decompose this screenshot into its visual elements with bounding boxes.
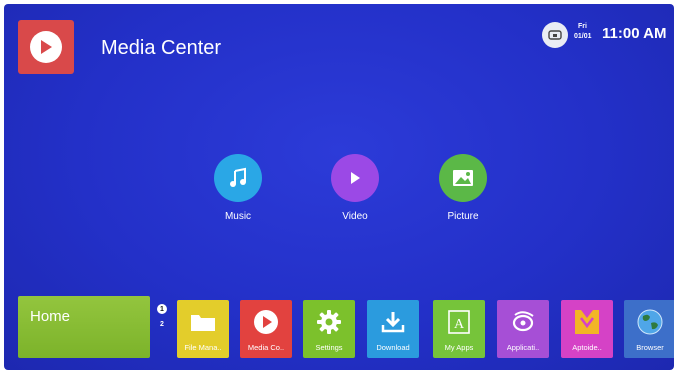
file-manager-label: File Mana.. <box>184 343 222 352</box>
picture-label: Picture <box>447 211 479 222</box>
music-label: Music <box>224 211 252 222</box>
home-tile[interactable]: Home <box>18 296 150 358</box>
my-apps-tile[interactable]: A My Apps <box>433 300 485 358</box>
browser-tile[interactable]: Browser <box>624 300 674 358</box>
play-icon <box>331 154 379 202</box>
aptoide-icon <box>573 308 601 336</box>
browser-label: Browser <box>636 343 664 352</box>
picture-icon <box>439 154 487 202</box>
status-day: Fri <box>578 23 587 30</box>
play-icon <box>30 31 62 63</box>
page-badge-1: 1 <box>157 304 167 314</box>
page-badge-2: 2 <box>160 320 164 328</box>
video-label: Video <box>342 211 368 222</box>
media-center-app-icon <box>18 20 74 74</box>
media-center-label: Media Co.. <box>247 343 285 352</box>
home-label: Home <box>30 308 71 325</box>
picture-button[interactable]: Picture <box>423 154 503 222</box>
gear-icon <box>316 308 342 336</box>
music-button[interactable]: Music <box>198 154 278 222</box>
status-time: 11:00 AM <box>602 25 667 42</box>
video-button[interactable]: Video <box>315 154 395 222</box>
aptoide-tile[interactable]: Aptoide.. <box>561 300 613 358</box>
apps-icon: A <box>447 308 471 336</box>
applications-tile[interactable]: Applicati.. <box>497 300 549 358</box>
folder-icon <box>189 308 217 336</box>
applications-label: Applicati.. <box>506 343 540 352</box>
svg-text:A: A <box>454 317 465 332</box>
download-tile[interactable]: Download <box>367 300 419 358</box>
tv-screen: Media Center Fri 01/01 11:00 AM Music Vi… <box>4 4 674 370</box>
aptoide-label: Aptoide.. <box>572 343 602 352</box>
status-date: 01/01 <box>574 33 592 40</box>
download-label: Download <box>376 343 410 352</box>
download-icon <box>380 308 406 336</box>
settings-tile[interactable]: Settings <box>303 300 355 358</box>
settings-label: Settings <box>315 343 343 352</box>
page-title: Media Center <box>101 37 222 59</box>
ethernet-icon <box>542 22 568 48</box>
media-center-tile[interactable]: Media Co.. <box>240 300 292 358</box>
app-store-icon <box>509 308 537 336</box>
my-apps-label: My Apps <box>444 343 474 352</box>
status-bar: Fri 01/01 11:00 AM <box>534 20 674 50</box>
file-manager-tile[interactable]: File Mana.. <box>177 300 229 358</box>
play-icon <box>253 308 279 336</box>
music-note-icon <box>214 154 262 202</box>
globe-icon <box>636 308 664 336</box>
